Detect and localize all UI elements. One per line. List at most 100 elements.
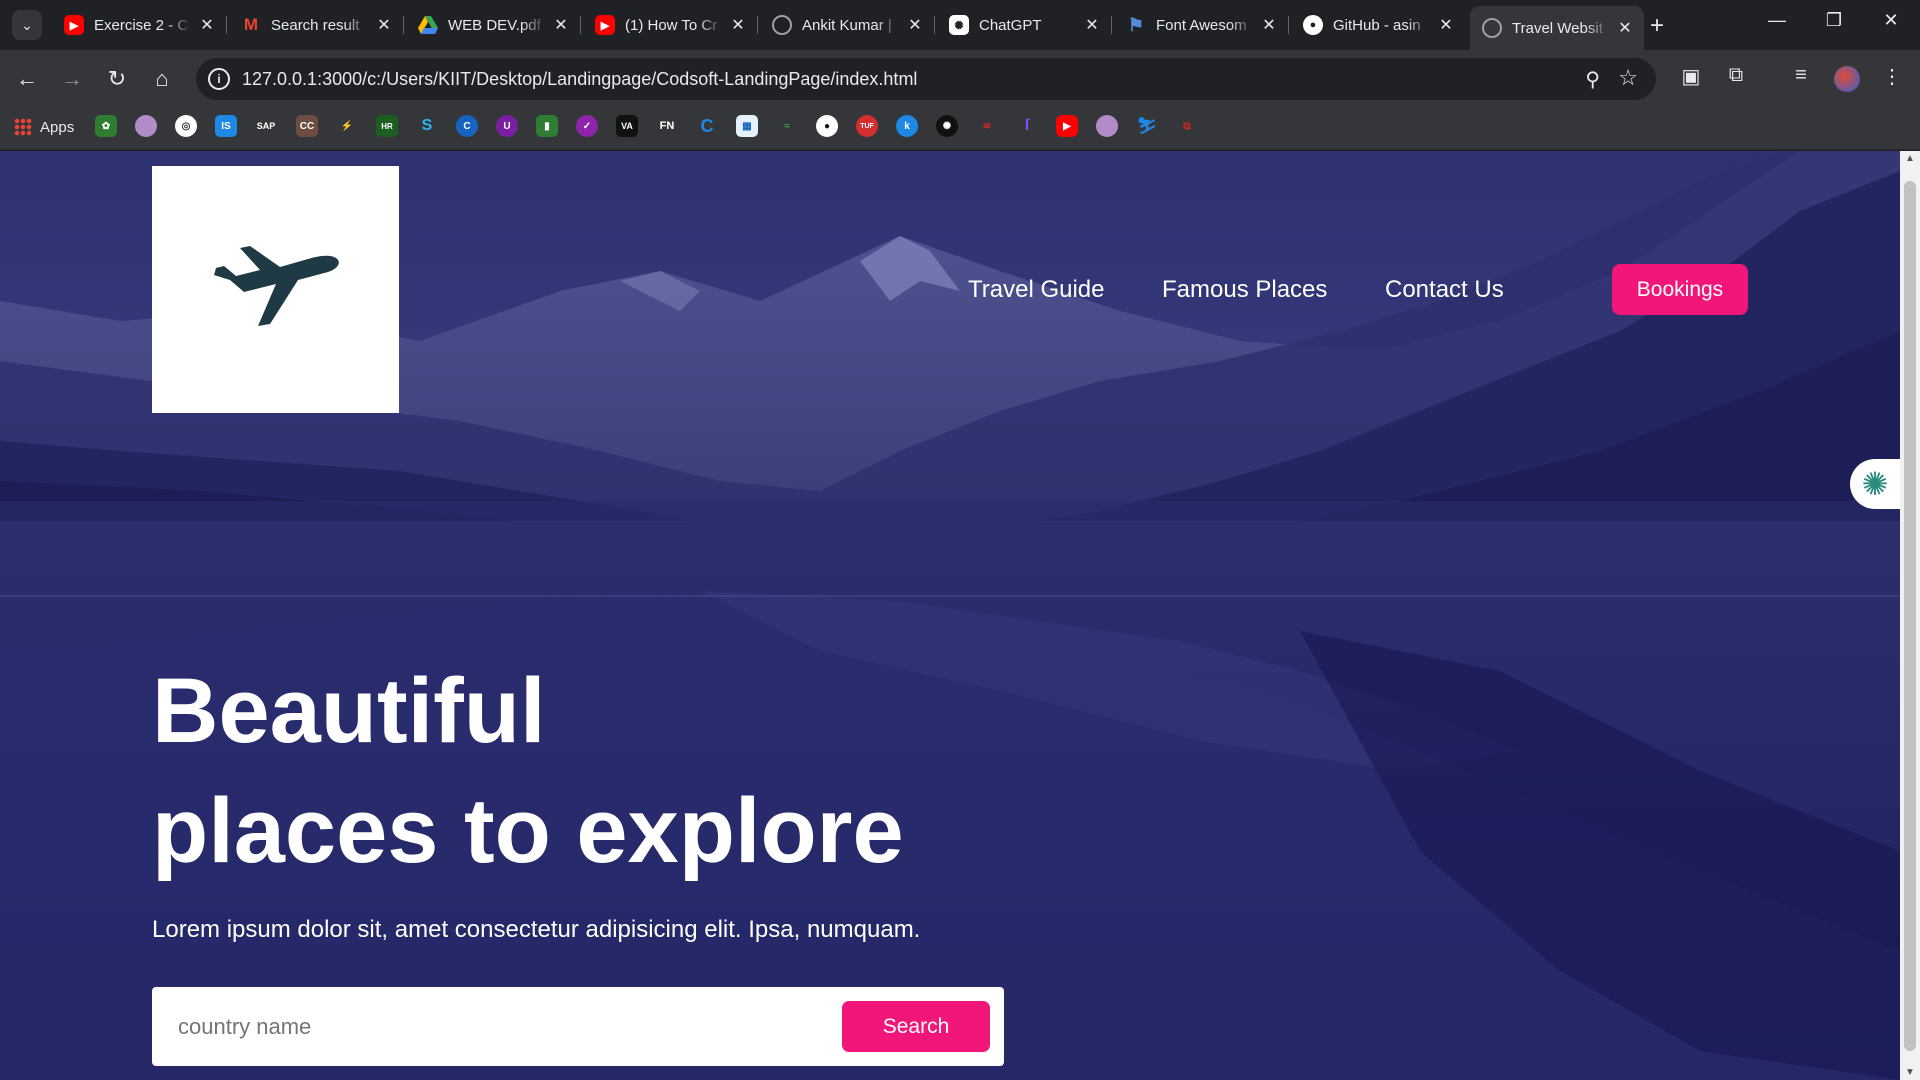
bookmark-icon[interactable]: ▮ (536, 115, 558, 137)
nav-famous-places[interactable]: Famous Places (1162, 276, 1327, 304)
close-icon[interactable]: ✕ (375, 15, 393, 35)
bookmark-icon[interactable]: ſ (1016, 115, 1038, 137)
home-icon[interactable]: ⌂ (147, 64, 177, 94)
browser-tab[interactable]: ▶ (1) How To Cr ✕ (583, 8, 758, 42)
tab-title: Search result (271, 16, 360, 34)
tab-title: GitHub - asin (1333, 16, 1421, 34)
bookmark-icon[interactable]: k (896, 115, 918, 137)
extensions-icon[interactable]: ⧉ (1721, 64, 1751, 87)
reload-icon[interactable]: ↻ (102, 64, 132, 94)
new-tab-button[interactable]: + (1650, 12, 1664, 40)
sidebar-icon[interactable]: ▣ (1676, 64, 1706, 89)
youtube-icon: ▶ (64, 15, 84, 35)
bookmark-star-icon[interactable]: ☆ (1618, 65, 1638, 91)
airplane-icon (213, 245, 339, 326)
bookmark-icon[interactable]: ▦ (736, 115, 758, 137)
search-button[interactable]: Search (842, 1001, 990, 1052)
search-bar: Search (152, 987, 1004, 1066)
site-info-icon[interactable]: i (208, 68, 230, 90)
bookmark-icon[interactable]: ≈ (776, 115, 798, 137)
close-icon[interactable]: ✕ (1616, 18, 1634, 38)
chatgpt-side-widget[interactable]: ✺ (1850, 459, 1900, 509)
globe-icon (1482, 18, 1502, 38)
bookmark-icon[interactable]: U (496, 115, 518, 137)
tab-title: (1) How To Cr (625, 16, 718, 34)
back-arrow-icon[interactable]: ← (12, 64, 42, 94)
browser-tab[interactable]: M Search result ✕ (229, 8, 404, 42)
close-icon[interactable]: ✕ (1260, 15, 1278, 35)
scroll-down-arrow-icon[interactable]: ▼ (1900, 1067, 1920, 1078)
tab-title: ChatGPT (979, 16, 1042, 34)
minimize-button[interactable]: — (1757, 10, 1797, 31)
tab-title: Exercise 2 - C (94, 16, 189, 34)
url-text[interactable]: 127.0.0.1:3000/c:/Users/KIIT/Desktop/Lan… (242, 69, 917, 90)
hero-headline: Beautiful places to explore (152, 651, 904, 891)
github-icon[interactable]: ● (816, 115, 838, 137)
page-scrollbar[interactable]: ▲ ▼ (1900, 151, 1920, 1080)
page-viewport: Travel Guide Famous Places Contact Us Bo… (0, 151, 1900, 1080)
bookmark-icon[interactable]: ✿ (95, 115, 117, 137)
nav-travel-guide[interactable]: Travel Guide (968, 276, 1105, 304)
apps-grid-icon (14, 118, 32, 136)
bookmark-icon[interactable]: CC (296, 115, 318, 137)
close-icon[interactable]: ✕ (552, 15, 570, 35)
browser-tab[interactable]: ✺ ChatGPT ✕ (937, 8, 1112, 42)
browser-tab-active[interactable]: Travel Websit ✕ (1470, 6, 1644, 50)
tab-title: Travel Websit (1512, 19, 1603, 37)
close-window-button[interactable]: ✕ (1871, 10, 1911, 31)
bookmark-icon[interactable]: SAP (255, 115, 277, 137)
scrollbar-thumb[interactable] (1904, 181, 1916, 1051)
bookmark-icon[interactable]: HR (376, 115, 398, 137)
bookmark-icon[interactable]: C (696, 115, 718, 137)
bookmark-icon[interactable]: ✺ (936, 115, 958, 137)
bookmark-icon[interactable]: VA (616, 115, 638, 137)
close-icon[interactable]: ✕ (906, 15, 924, 35)
chatgpt-icon: ✺ (1861, 466, 1889, 502)
nav-contact-us[interactable]: Contact Us (1385, 276, 1504, 304)
site-logo[interactable] (152, 166, 399, 413)
bookmark-icon[interactable]: TUF (856, 115, 878, 137)
bookmark-icon[interactable]: ⛷ (1136, 115, 1158, 137)
bookmark-icon[interactable]: IS (215, 115, 237, 137)
close-icon[interactable]: ✕ (1083, 15, 1101, 35)
browser-tab[interactable]: ▶ Exercise 2 - C ✕ (52, 8, 227, 42)
forward-arrow-icon[interactable]: → (57, 64, 87, 94)
browser-tab[interactable]: Ankit Kumar | ✕ (760, 8, 935, 42)
bookmark-icon[interactable]: ◎ (175, 115, 197, 137)
restore-button[interactable]: ❐ (1814, 10, 1854, 31)
address-bar[interactable]: i 127.0.0.1:3000/c:/Users/KIIT/Desktop/L… (196, 58, 1656, 100)
bookmark-icon[interactable]: C (456, 115, 478, 137)
bookings-button[interactable]: Bookings (1612, 264, 1748, 315)
bookmark-icon[interactable]: ⧉ (1176, 115, 1198, 137)
menu-kebab-icon[interactable]: ⋮ (1877, 64, 1907, 89)
youtube-icon: ▶ (595, 15, 615, 35)
profile-avatar[interactable] (1834, 66, 1860, 92)
close-icon[interactable]: ✕ (198, 15, 216, 35)
bookmark-icon[interactable] (135, 115, 157, 137)
bookmark-icon[interactable]: S (416, 115, 438, 137)
bookmark-icon[interactable]: ≋ (976, 115, 998, 137)
bookmark-icon[interactable]: ⚡ (336, 115, 358, 137)
bookmark-icon[interactable] (1096, 115, 1118, 137)
zoom-icon[interactable]: ⚲ (1585, 67, 1600, 92)
bookmarks-bar: Apps (0, 108, 1920, 150)
close-icon[interactable]: ✕ (729, 15, 747, 35)
browser-tab[interactable]: WEB DEV.pdf ✕ (406, 8, 581, 42)
hero-subtitle: Lorem ipsum dolor sit, amet consectetur … (152, 916, 921, 943)
tab-strip: ⌄ ▶ Exercise 2 - C ✕ M Search result ✕ W… (0, 0, 1920, 50)
browser-tab[interactable]: ⚑ Font Awesom ✕ (1114, 8, 1289, 42)
apps-label: Apps (40, 118, 75, 136)
tab-search-button[interactable]: ⌄ (12, 10, 42, 40)
youtube-icon[interactable]: ▶ (1056, 115, 1078, 137)
media-controls-icon[interactable]: ≡ (1786, 64, 1816, 87)
globe-icon (772, 15, 792, 35)
apps-shortcut[interactable]: Apps (14, 118, 74, 136)
chatgpt-icon: ✺ (949, 15, 969, 35)
bookmark-icon[interactable]: ✓ (576, 115, 598, 137)
google-drive-icon (418, 15, 438, 35)
bookmark-icon[interactable]: FN (656, 115, 678, 137)
country-search-input[interactable] (178, 1007, 818, 1047)
close-icon[interactable]: ✕ (1437, 15, 1455, 35)
browser-tab[interactable]: ● GitHub - asin ✕ (1291, 8, 1465, 42)
scroll-up-arrow-icon[interactable]: ▲ (1900, 153, 1920, 164)
